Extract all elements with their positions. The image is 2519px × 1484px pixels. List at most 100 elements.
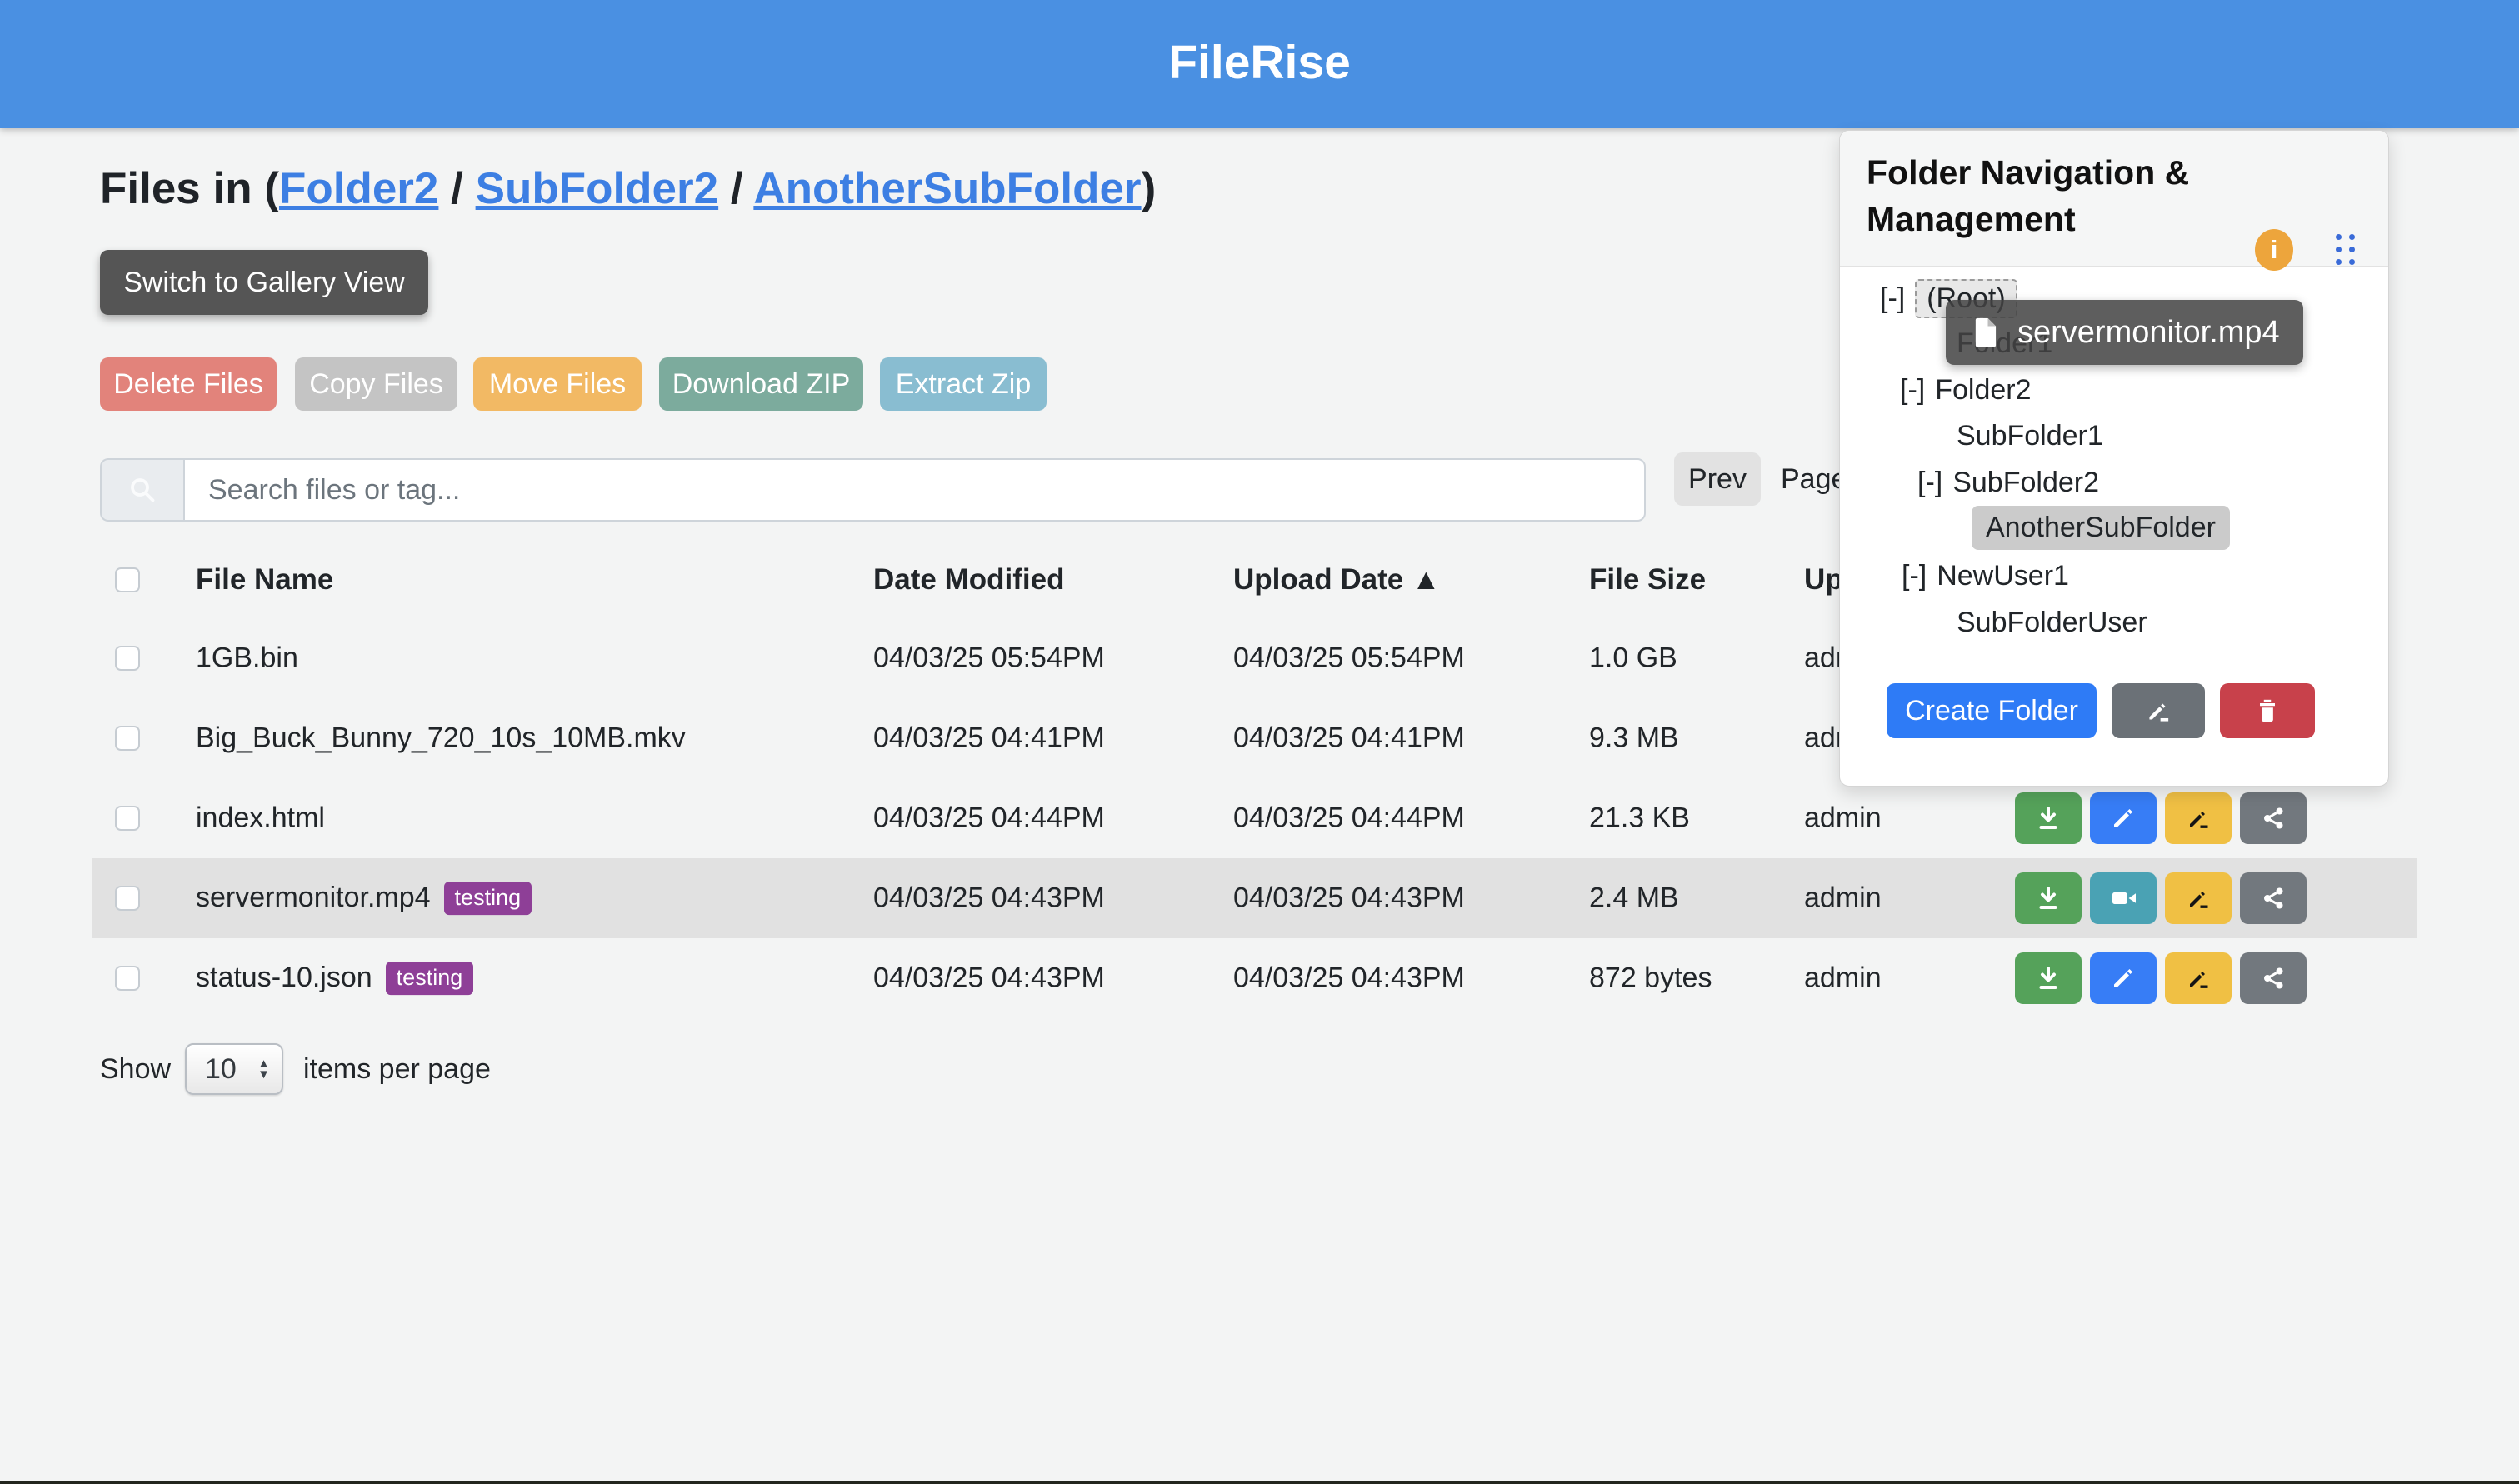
show-label: Show <box>100 1043 171 1095</box>
breadcrumb-separator: / <box>438 164 475 213</box>
dragged-file-name: servermonitor.mp4 <box>2017 315 2280 351</box>
file-name[interactable]: Big_Buck_Bunny_720_10s_10MB.mkv <box>196 722 686 755</box>
col-header-upload-date[interactable]: Upload Date ▲ <box>1233 563 1441 597</box>
tree-item-label-selected[interactable]: AnotherSubFolder <box>1972 506 2230 550</box>
select-stepper-icon: ▲▼ <box>257 1058 270 1080</box>
row-checkbox[interactable] <box>115 886 140 911</box>
col-header-date-modified[interactable]: Date Modified <box>873 563 1064 597</box>
upload-date: 04/03/25 04:44PM <box>1233 802 1465 835</box>
file-size: 872 bytes <box>1589 962 1712 995</box>
row-checkbox[interactable] <box>115 806 140 831</box>
drag-handle-icon[interactable] <box>2336 234 2355 265</box>
tree-item-folder2[interactable]: [-] Folder2 <box>1900 370 2032 410</box>
file-name[interactable]: status-10.json <box>196 962 372 995</box>
uploader: admin <box>1804 802 1882 835</box>
share-button[interactable] <box>2240 872 2307 924</box>
edit-button[interactable] <box>2090 792 2157 844</box>
row-checkbox[interactable] <box>115 726 140 751</box>
rename-tag-button[interactable] <box>2165 792 2232 844</box>
download-button[interactable] <box>2015 952 2082 1004</box>
upload-date: 04/03/25 05:54PM <box>1233 642 1465 675</box>
switch-gallery-view-button[interactable]: Switch to Gallery View <box>100 250 428 315</box>
tree-item-subfolder1[interactable]: SubFolder1 <box>1957 416 2103 456</box>
window-bottom-edge <box>0 1481 2519 1484</box>
date-modified: 04/03/25 04:43PM <box>873 882 1105 915</box>
top-bar: FileRise <box>0 0 2519 128</box>
file-size: 9.3 MB <box>1589 722 1679 755</box>
tree-item-label[interactable]: SubFolderUser <box>1957 607 2147 639</box>
breadcrumb-link-subfolder2[interactable]: SubFolder2 <box>476 164 719 213</box>
drag-ghost-tooltip: servermonitor.mp4 <box>1946 300 2303 365</box>
table-row[interactable]: index.html 04/03/25 04:44PM 04/03/25 04:… <box>92 778 2417 858</box>
download-zip-button[interactable]: Download ZIP <box>659 357 863 411</box>
page-indicator: Page <box>1781 452 1847 506</box>
folder-panel-header: Folder Navigation & Management <box>1840 131 2388 267</box>
tree-item-newuser1[interactable]: [-] NewUser1 <box>1902 556 2069 596</box>
file-tag-badge: testing <box>444 882 532 915</box>
rename-tag-button[interactable] <box>2165 952 2232 1004</box>
tree-collapse-toggle[interactable]: [-] <box>1917 467 1942 499</box>
tree-item-anothersubfolder[interactable]: AnotherSubFolder <box>1972 507 2230 547</box>
file-size: 2.4 MB <box>1589 882 1679 915</box>
tree-collapse-toggle[interactable]: [-] <box>1902 560 1927 592</box>
file-icon <box>1969 313 2002 352</box>
breadcrumb-link-folder2[interactable]: Folder2 <box>279 164 438 213</box>
items-per-page-select[interactable]: 10 ▲▼ <box>185 1043 283 1095</box>
rename-folder-button[interactable] <box>2112 683 2205 738</box>
delete-files-button[interactable]: Delete Files <box>100 357 277 411</box>
copy-files-button[interactable]: Copy Files <box>295 357 457 411</box>
tree-item-label[interactable]: Folder2 <box>1935 374 2031 407</box>
upload-date: 04/03/25 04:43PM <box>1233 882 1465 915</box>
file-tag-badge: testing <box>386 962 474 995</box>
tree-item-label[interactable]: NewUser1 <box>1937 560 2069 592</box>
prev-page-button[interactable]: Prev <box>1674 452 1761 506</box>
uploader: admin <box>1804 882 1882 915</box>
extract-zip-button[interactable]: Extract Zip <box>880 357 1047 411</box>
delete-folder-button[interactable] <box>2220 683 2315 738</box>
folder-panel-title: Folder Navigation & Management <box>1867 149 2308 242</box>
share-button[interactable] <box>2240 792 2307 844</box>
row-checkbox[interactable] <box>115 646 140 671</box>
table-row-selected[interactable]: servermonitor.mp4 testing 04/03/25 04:43P… <box>92 858 2417 938</box>
file-name[interactable]: servermonitor.mp4 <box>196 882 431 915</box>
share-button[interactable] <box>2240 952 2307 1004</box>
tree-item-subfolderuser[interactable]: SubFolderUser <box>1957 602 2147 642</box>
col-header-file-name[interactable]: File Name <box>196 563 333 597</box>
breadcrumb-separator: / <box>718 164 753 213</box>
sort-ascending-icon: ▲ <box>1412 563 1441 596</box>
tree-item-label[interactable]: SubFolder2 <box>1952 467 2099 499</box>
uploader: admin <box>1804 962 1882 995</box>
file-name[interactable]: 1GB.bin <box>196 642 298 675</box>
tree-item-label[interactable]: SubFolder1 <box>1957 420 2103 452</box>
select-all-checkbox[interactable] <box>115 567 140 592</box>
download-button[interactable] <box>2015 872 2082 924</box>
play-video-button[interactable] <box>2090 872 2157 924</box>
rename-tag-button[interactable] <box>2165 872 2232 924</box>
app-title: FileRise <box>0 0 2519 128</box>
search-input[interactable] <box>183 458 1646 522</box>
items-per-page-value: 10 <box>205 1053 257 1086</box>
breadcrumb: Files in (Folder2 / SubFolder2 / Another… <box>100 163 1156 214</box>
upload-date: 04/03/25 04:43PM <box>1233 962 1465 995</box>
file-size: 21.3 KB <box>1589 802 1690 835</box>
create-folder-button[interactable]: Create Folder <box>1887 683 2097 738</box>
tree-item-subfolder2[interactable]: [-] SubFolder2 <box>1917 462 2099 502</box>
tree-collapse-toggle[interactable]: [-] <box>1880 282 1905 315</box>
table-row[interactable]: status-10.json testing 04/03/25 04:43PM 0… <box>92 938 2417 1018</box>
file-size: 1.0 GB <box>1589 642 1677 675</box>
edit-button[interactable] <box>2090 952 2157 1004</box>
search-icon <box>100 458 183 522</box>
tree-collapse-toggle[interactable]: [-] <box>1900 374 1925 407</box>
date-modified: 04/03/25 04:41PM <box>873 722 1105 755</box>
date-modified: 04/03/25 04:43PM <box>873 962 1105 995</box>
upload-date: 04/03/25 04:41PM <box>1233 722 1465 755</box>
folder-navigation-panel: Folder Navigation & Management [-] (Root… <box>1839 130 2389 787</box>
info-icon[interactable] <box>2255 229 2293 271</box>
download-button[interactable] <box>2015 792 2082 844</box>
breadcrumb-suffix: ) <box>1142 164 1157 213</box>
col-header-file-size[interactable]: File Size <box>1589 563 1706 597</box>
file-name[interactable]: index.html <box>196 802 325 835</box>
breadcrumb-link-anothersubfolder[interactable]: AnotherSubFolder <box>753 164 1141 213</box>
row-checkbox[interactable] <box>115 966 140 991</box>
move-files-button[interactable]: Move Files <box>473 357 642 411</box>
